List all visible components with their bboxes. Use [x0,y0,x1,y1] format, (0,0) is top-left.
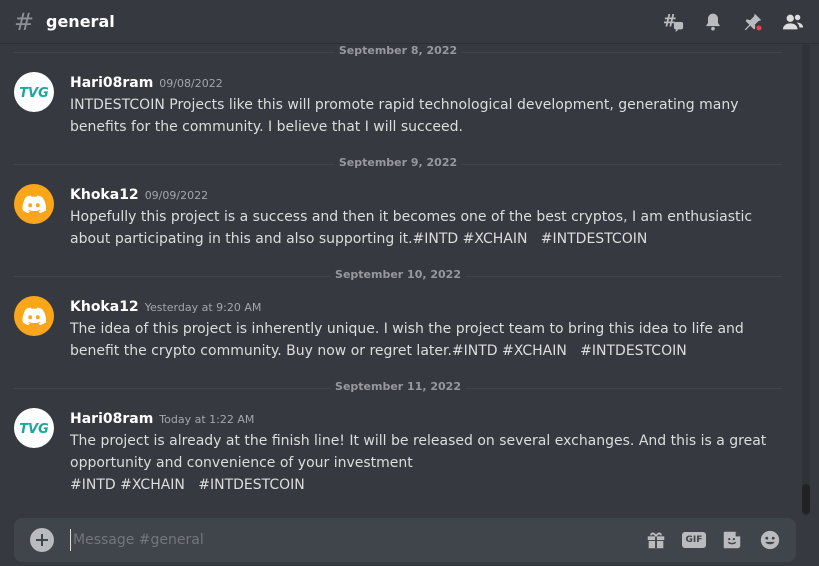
avatar[interactable] [14,296,54,336]
tvg-logo-icon: TVG [19,86,49,101]
svg-text:TVG: TVG [19,86,49,101]
date-divider-label: September 8, 2022 [334,44,462,57]
header-toolbar: # [661,10,805,34]
sticker-icon[interactable] [720,528,744,552]
tvg-logo-icon: TVG [19,422,49,437]
message-composer: GIF [14,518,796,562]
svg-text:TVG: TVG [19,422,49,437]
timestamp: 09/09/2022 [144,189,209,202]
avatar[interactable]: TVG [14,408,54,448]
add-attachment-button[interactable] [30,528,54,552]
message-content: INTDESTCOIN Projects like this will prom… [70,94,739,138]
avatar[interactable] [14,184,54,224]
message-line: #INTD #XCHAIN #INTDESTCOIN [70,477,305,493]
timestamp: Yesterday at 9:20 AM [144,301,262,314]
username[interactable]: Khoka12 [70,187,139,203]
channel-name: general [46,12,115,31]
scrollbar-thumb[interactable] [802,484,810,514]
members-icon[interactable] [781,10,805,34]
pin-icon[interactable] [741,10,765,34]
timestamp: Today at 1:22 AM [159,413,255,426]
message-content: The idea of this project is inherently u… [70,318,744,362]
message-header: Khoka12 09/09/2022 [70,184,208,203]
message-line: INTDESTCOIN Projects like this will prom… [70,97,739,113]
date-divider: September 9, 2022 [14,156,782,169]
message-content: The project is already at the finish lin… [70,430,767,496]
scrollbar[interactable] [802,44,810,516]
username[interactable]: Khoka12 [70,299,139,315]
date-divider: September 11, 2022 [14,380,782,393]
username[interactable]: Hari08ram [70,75,153,91]
channel-hash-icon: # [14,7,35,36]
message-content: Hopefully this project is a success and … [70,206,753,250]
gift-icon[interactable] [644,528,668,552]
date-divider: September 8, 2022 [14,44,782,57]
emoji-icon[interactable] [758,528,782,552]
username[interactable]: Hari08ram [70,411,153,427]
channel-header: # general # [0,0,819,44]
discord-logo-icon [22,195,46,213]
date-divider-label: September 11, 2022 [331,380,465,393]
message-input[interactable] [70,529,644,551]
message-line: The project is already at the finish lin… [70,433,767,449]
gif-button[interactable]: GIF [682,528,706,552]
date-divider: September 10, 2022 [14,268,782,281]
message-line: benefit the crypto community. Buy now or… [70,343,687,359]
message-header: Hari08ram 09/08/2022 [70,72,223,91]
discord-logo-icon [22,307,46,325]
message-header: Khoka12 Yesterday at 9:20 AM [70,296,261,315]
avatar[interactable]: TVG [14,72,54,112]
composer-toolbar: GIF [644,528,782,552]
date-divider-label: September 9, 2022 [334,156,462,169]
message-line: The idea of this project is inherently u… [70,321,744,337]
gif-icon: GIF [682,532,706,548]
message-line: benefits for the community. I believe th… [70,119,463,135]
timestamp: 09/08/2022 [159,77,223,90]
message-line: about participating in this and also sup… [70,231,648,247]
message-line: opportunity and convenience of your inve… [70,455,413,471]
plus-icon [36,534,48,546]
threads-icon[interactable]: # [661,10,685,34]
message-list[interactable]: September 8, 2022 TVG Hari08ram 09/08/202… [0,44,800,516]
bell-icon[interactable] [701,10,725,34]
message-line: Hopefully this project is a success and … [70,209,753,225]
date-divider-label: September 10, 2022 [331,268,465,281]
message-header: Hari08ram Today at 1:22 AM [70,408,254,427]
